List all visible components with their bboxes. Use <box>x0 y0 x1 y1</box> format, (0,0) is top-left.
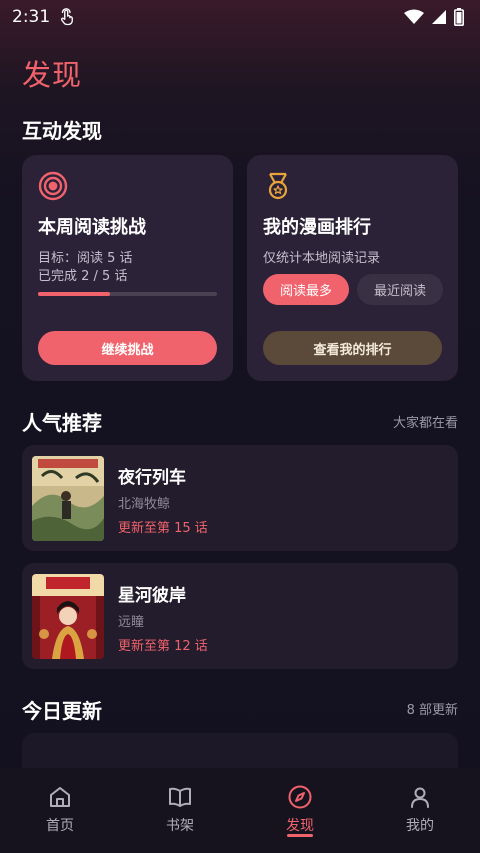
touch-icon <box>61 8 74 26</box>
user-icon <box>411 787 429 808</box>
battery-icon <box>454 8 464 26</box>
page-title: 发现 <box>22 58 83 92</box>
challenge-card[interactable]: 本周阅读挑战 目标：阅读 5 话 已完成 2 / 5 话 继续挑战 <box>22 155 233 381</box>
ranking-card[interactable]: 我的漫画排行 仅统计本地阅读记录 阅读最多 最近阅读 查看我的排行 <box>247 155 458 381</box>
nav-item-bookshelf[interactable]: 书架 <box>120 768 240 853</box>
comic-update: 更新至第 15 话 <box>118 521 208 536</box>
ranking-tab-recent[interactable]: 最近阅读 <box>357 274 443 305</box>
comic-title: 夜行列车 <box>118 468 186 488</box>
challenge-progress-text: 已完成 2 / 5 话 <box>38 269 128 284</box>
challenge-progress-bar <box>38 292 217 296</box>
status-bar: 2:31 <box>0 0 480 34</box>
ranking-title: 我的漫画排行 <box>263 217 371 238</box>
challenge-goal: 目标：阅读 5 话 <box>38 251 133 266</box>
nav-label-profile: 我的 <box>406 818 434 834</box>
view-ranking-button[interactable]: 查看我的排行 <box>263 331 442 365</box>
ranking-tab-most-read[interactable]: 阅读最多 <box>263 274 349 305</box>
signal-icon <box>432 10 446 24</box>
challenge-progress-fill <box>38 292 110 296</box>
nav-active-indicator <box>287 834 313 837</box>
section-title-interactive: 互动发现 <box>22 119 102 143</box>
home-icon <box>50 787 70 807</box>
nav-label-bookshelf: 书架 <box>166 818 194 834</box>
challenge-title: 本周阅读挑战 <box>38 217 146 238</box>
list-item-comic[interactable]: 星河彼岸 远瞳 更新至第 12 话 <box>22 563 458 669</box>
comic-cover <box>32 456 104 541</box>
list-item-comic[interactable]: 夜行列车 北海牧鲸 更新至第 15 话 <box>22 445 458 551</box>
nav-item-home[interactable]: 首页 <box>0 768 120 853</box>
section-title-popular: 人气推荐 <box>22 411 102 435</box>
compass-icon <box>288 785 312 809</box>
popular-aside: 大家都在看 <box>392 416 458 431</box>
nav-item-discover[interactable]: 发现 <box>240 768 360 853</box>
wifi-icon <box>404 9 424 24</box>
comic-author: 远瞳 <box>118 615 145 630</box>
status-time: 2:31 <box>12 7 51 27</box>
nav-item-profile[interactable]: 我的 <box>360 768 480 853</box>
nav-label-home: 首页 <box>46 818 74 834</box>
status-icons <box>404 8 464 26</box>
nav-label-discover: 发现 <box>286 818 314 834</box>
continue-challenge-button[interactable]: 继续挑战 <box>38 331 217 365</box>
medal-icon <box>268 172 288 200</box>
bottom-nav: 首页 书架 发现 我的 <box>0 768 480 853</box>
comic-cover <box>32 574 104 659</box>
book-icon <box>169 787 191 807</box>
today-aside: 8 部更新 <box>406 703 458 718</box>
target-icon <box>38 171 68 201</box>
ranking-description: 仅统计本地阅读记录 <box>263 251 381 266</box>
comic-update: 更新至第 12 话 <box>118 639 208 654</box>
comic-title: 星河彼岸 <box>118 586 186 606</box>
comic-author: 北海牧鲸 <box>118 497 171 512</box>
section-title-today: 今日更新 <box>22 699 102 723</box>
